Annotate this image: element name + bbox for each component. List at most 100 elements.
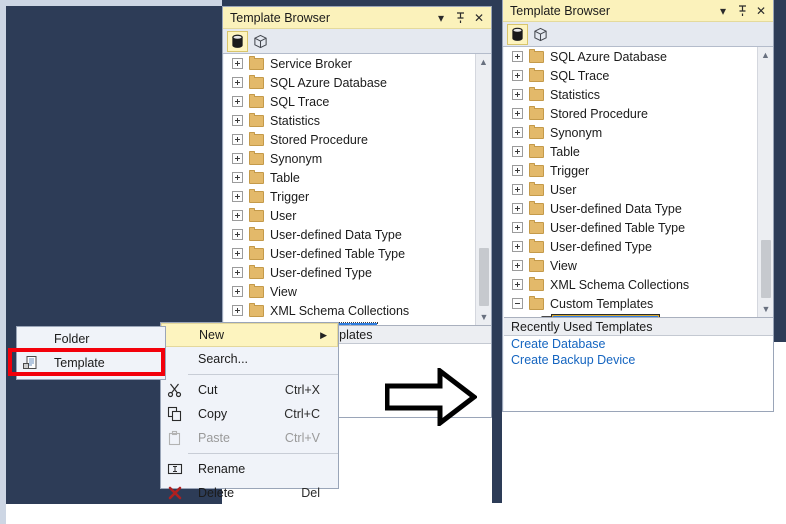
- pin-icon[interactable]: [734, 3, 750, 19]
- expand-icon[interactable]: [512, 70, 523, 81]
- expand-icon[interactable]: [232, 305, 243, 316]
- tree-item[interactable]: SQL Trace: [504, 66, 757, 85]
- cube-icon[interactable]: [250, 31, 271, 52]
- collapse-icon[interactable]: [512, 298, 523, 309]
- tree-item[interactable]: Synonym: [224, 149, 475, 168]
- tree-item[interactable]: Table: [504, 142, 757, 161]
- ide-background-right: [774, 6, 786, 342]
- tree-item[interactable]: Service Broker: [224, 54, 475, 73]
- tree-item[interactable]: Trigger: [504, 161, 757, 180]
- expand-icon[interactable]: [512, 260, 523, 271]
- tree-item[interactable]: Stored Procedure: [504, 104, 757, 123]
- database-icon[interactable]: [507, 23, 528, 45]
- expand-icon[interactable]: [232, 58, 243, 69]
- expand-icon[interactable]: [512, 127, 523, 138]
- expand-icon[interactable]: [512, 184, 523, 195]
- tree-item[interactable]: SQL Azure Database: [224, 73, 475, 92]
- expand-icon[interactable]: [232, 153, 243, 164]
- database-icon[interactable]: [227, 30, 248, 52]
- cube-icon[interactable]: [530, 24, 551, 45]
- left-tree-view[interactable]: Service Broker SQL Azure Database SQL Trac…: [224, 54, 475, 325]
- tree-item-label: User-defined Table Type: [270, 246, 406, 261]
- scroll-up-icon[interactable]: ▲: [476, 54, 491, 70]
- menu-item-search[interactable]: Search...: [161, 347, 338, 371]
- expand-icon[interactable]: [512, 241, 523, 252]
- recently-used-template-link[interactable]: Create Backup Device: [504, 352, 773, 368]
- scroll-up-icon[interactable]: ▲: [758, 47, 773, 63]
- expand-icon[interactable]: [232, 286, 243, 297]
- expand-icon[interactable]: [232, 229, 243, 240]
- expand-icon[interactable]: [512, 222, 523, 233]
- scroll-thumb[interactable]: [479, 248, 489, 306]
- menu-item-label: New: [199, 328, 225, 342]
- menu-item-copy[interactable]: Copy Ctrl+C: [161, 402, 338, 426]
- submenu-arrow-icon: ▶: [320, 329, 327, 340]
- scroll-thumb[interactable]: [761, 240, 771, 298]
- tree-item[interactable]: View: [504, 256, 757, 275]
- tree-item[interactable]: XML Schema Collections: [504, 275, 757, 294]
- tree-item[interactable]: Table: [224, 168, 475, 187]
- expand-icon[interactable]: [512, 89, 523, 100]
- right-panel-toolbar: [503, 22, 773, 47]
- dropdown-icon[interactable]: ▾: [715, 3, 731, 19]
- expand-icon[interactable]: [512, 203, 523, 214]
- tree-item[interactable]: XML Schema Collections: [224, 301, 475, 320]
- expand-icon[interactable]: [232, 96, 243, 107]
- paste-icon: [161, 426, 188, 450]
- menu-item-rename[interactable]: Rename: [161, 457, 338, 481]
- menu-item-paste[interactable]: Paste Ctrl+V: [161, 426, 338, 450]
- pin-icon[interactable]: [452, 10, 468, 26]
- expand-icon[interactable]: [232, 172, 243, 183]
- tree-item[interactable]: Statistics: [504, 85, 757, 104]
- new-submenu[interactable]: Folder Template: [16, 326, 166, 380]
- menu-item-folder[interactable]: Folder: [17, 327, 165, 351]
- expand-icon[interactable]: [232, 115, 243, 126]
- expand-icon[interactable]: [232, 210, 243, 221]
- tree-item[interactable]: User: [224, 206, 475, 225]
- recently-used-template-link[interactable]: Create Database: [504, 336, 773, 352]
- expand-icon[interactable]: [232, 267, 243, 278]
- menu-item-delete[interactable]: Delete Del: [161, 481, 338, 505]
- tree-item[interactable]: User-defined Data Type: [504, 199, 757, 218]
- expand-icon[interactable]: [512, 146, 523, 157]
- tree-item[interactable]: View: [224, 282, 475, 301]
- tree-item[interactable]: Stored Procedure: [224, 130, 475, 149]
- tree-item[interactable]: User: [504, 180, 757, 199]
- expand-icon[interactable]: [232, 191, 243, 202]
- tree-item[interactable]: User-defined Type: [504, 237, 757, 256]
- tree-item[interactable]: User-defined Data Type: [224, 225, 475, 244]
- expand-icon[interactable]: [232, 248, 243, 259]
- tree-item[interactable]: Custom Templates: [504, 294, 757, 313]
- menu-item-cut[interactable]: Cut Ctrl+X: [161, 378, 338, 402]
- tree-item[interactable]: SQL Azure Database: [504, 47, 757, 66]
- expand-icon[interactable]: [232, 134, 243, 145]
- tree-item-label: User-defined Data Type: [270, 227, 402, 242]
- menu-item-new[interactable]: New ▶: [161, 323, 338, 347]
- menu-item-label: Folder: [54, 332, 90, 346]
- tree-item-label: Custom Templates: [550, 296, 654, 311]
- tree-item[interactable]: Trigger: [224, 187, 475, 206]
- context-menu[interactable]: New ▶ Search... Cut Ctrl+X Copy Ctrl+C Paste Ctr…: [160, 322, 339, 500]
- right-tree-view[interactable]: SQL Azure Database SQL Trace Statistics Sto…: [504, 47, 757, 317]
- tree-item[interactable]: Statistics: [224, 111, 475, 130]
- tree-item[interactable]: Synonym: [504, 123, 757, 142]
- tree-item[interactable]: User-defined Type: [224, 263, 475, 282]
- expand-icon[interactable]: [512, 51, 523, 62]
- dropdown-icon[interactable]: ▾: [433, 10, 449, 26]
- tree-item[interactable]: User-defined Table Type: [224, 244, 475, 263]
- menu-item-template[interactable]: Template: [17, 351, 165, 375]
- expand-icon[interactable]: [512, 279, 523, 290]
- tree-item[interactable]: User-defined Table Type: [504, 218, 757, 237]
- close-icon[interactable]: ✕: [753, 3, 769, 19]
- close-icon[interactable]: ✕: [471, 10, 487, 26]
- folder-icon: [529, 238, 544, 253]
- scroll-down-icon[interactable]: ▼: [476, 309, 492, 325]
- left-tree-scrollbar[interactable]: ▲ ▼: [475, 54, 491, 325]
- scroll-down-icon[interactable]: ▼: [758, 301, 774, 317]
- tree-item[interactable]: SQL Trace: [224, 92, 475, 111]
- right-tree-scrollbar[interactable]: ▲ ▼: [757, 47, 773, 317]
- expand-icon[interactable]: [232, 77, 243, 88]
- expand-icon[interactable]: [512, 165, 523, 176]
- folder-icon: [249, 264, 264, 279]
- expand-icon[interactable]: [512, 108, 523, 119]
